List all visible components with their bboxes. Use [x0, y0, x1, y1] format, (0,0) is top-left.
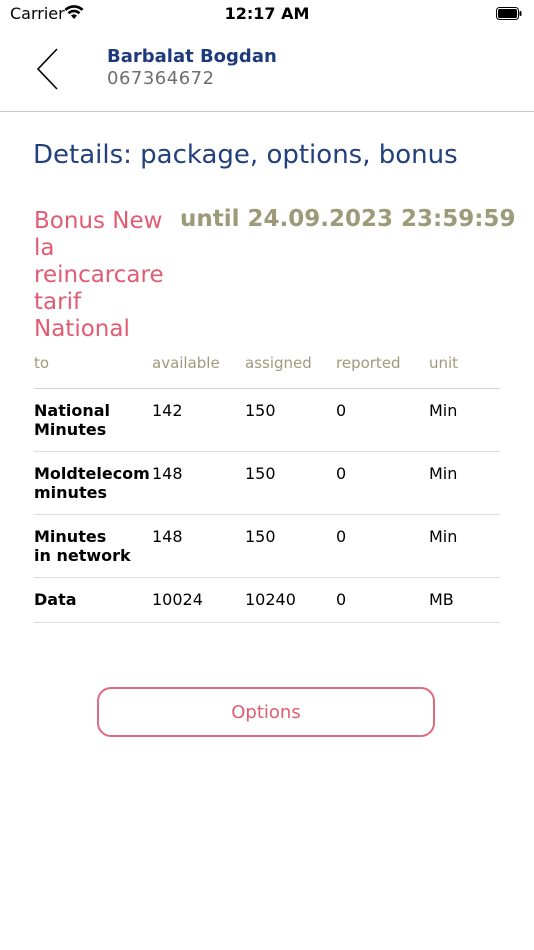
row-assigned: 150 [245, 401, 276, 420]
row-unit: Min [429, 527, 458, 546]
row-reported: 0 [336, 401, 347, 420]
row-available: 148 [152, 527, 183, 546]
table-row: Data 10024 10240 0 MB [34, 578, 500, 623]
bonus-name: Bonus New la reincarcare tarif National [34, 208, 164, 342]
column-header-reported: reported [336, 354, 401, 372]
row-unit: Min [429, 464, 458, 483]
column-header-to: to [34, 354, 50, 372]
row-available: 142 [152, 401, 183, 420]
user-name: Barbalat Bogdan [107, 46, 277, 67]
table-row: Minutes in network 148 150 0 Min [34, 515, 500, 578]
row-unit: Min [429, 401, 458, 420]
row-assigned: 10240 [245, 590, 296, 609]
package-table: to available assigned reported unit Nati… [34, 350, 500, 623]
row-available: 10024 [152, 590, 203, 609]
bonus-validity: until 24.09.2023 23:59:59 [180, 206, 516, 232]
options-button[interactable]: Options [97, 687, 435, 737]
table-row: National Minutes 142 150 0 Min [34, 389, 500, 452]
row-available: 148 [152, 464, 183, 483]
row-assigned: 150 [245, 527, 276, 546]
battery-icon [496, 7, 522, 20]
row-assigned: 150 [245, 464, 276, 483]
status-bar: Carrier 12:17 AM [0, 0, 534, 28]
user-phone: 067364672 [107, 68, 215, 89]
row-name: Moldtelecom minutes [34, 464, 150, 502]
row-reported: 0 [336, 464, 347, 483]
column-header-available: available [152, 354, 220, 372]
row-name: Data [34, 590, 77, 609]
table-row: Moldtelecom minutes 148 150 0 Min [34, 452, 500, 515]
row-reported: 0 [336, 590, 347, 609]
column-header-unit: unit [429, 354, 459, 372]
column-header-assigned: assigned [245, 354, 312, 372]
table-header: to available assigned reported unit [34, 350, 500, 389]
header: Barbalat Bogdan 067364672 [0, 28, 534, 112]
row-name: National Minutes [34, 401, 110, 439]
chevron-left-icon[interactable] [30, 46, 66, 92]
clock: 12:17 AM [224, 4, 310, 23]
row-unit: MB [429, 590, 454, 609]
row-name: Minutes in network [34, 527, 131, 565]
row-reported: 0 [336, 527, 347, 546]
page-title: Details: package, options, bonus [33, 140, 458, 170]
